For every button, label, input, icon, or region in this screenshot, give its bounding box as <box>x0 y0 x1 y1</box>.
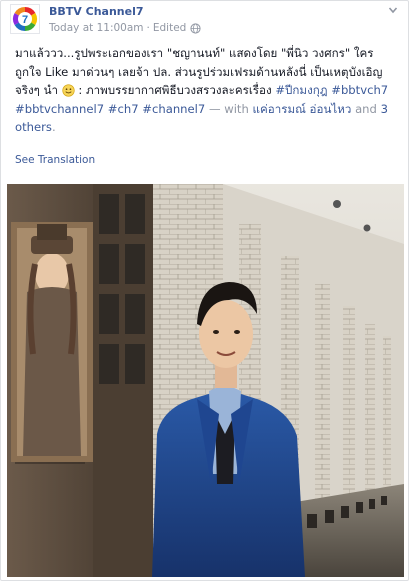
end-period: . <box>51 120 56 134</box>
tagged-person-link[interactable]: แค่อารมณ์ อ่อนไหว <box>253 102 352 116</box>
timestamp-link[interactable]: Today at 11:00am <box>49 22 144 34</box>
page-name-link[interactable]: BBTV Channel7 <box>49 5 144 18</box>
and-label: and <box>355 101 377 116</box>
with-label: — with <box>208 101 249 116</box>
facebook-post: 7 BBTV Channel7 Today at 11:00am · Edite… <box>0 0 409 581</box>
post-photo[interactable] <box>7 184 404 577</box>
portrait-frame <box>11 222 93 462</box>
post-meta: Today at 11:00am · Edited <box>49 22 201 34</box>
chevron-down-icon[interactable] <box>388 5 398 15</box>
svg-text:7: 7 <box>22 14 28 26</box>
caption-text-continued: : ภาพบรรยากาศพิธีบวงสรวงละครเรื่อง <box>74 83 276 97</box>
hashtag-link[interactable]: #channel7 <box>142 102 205 116</box>
smile-emoji-icon <box>62 84 75 97</box>
edited-link[interactable]: Edited <box>153 22 186 34</box>
meta-separator: · <box>146 22 150 34</box>
photo-illustration <box>7 184 404 577</box>
hashtag-link[interactable]: #ปีกมงกุฎ <box>275 83 327 97</box>
hashtag-link[interactable]: #ch7 <box>108 102 139 116</box>
globe-icon[interactable] <box>190 22 201 34</box>
ch7-logo-icon: 7 <box>12 6 38 32</box>
post-caption: มาแล้ววว...รูปพระเอกของเรา "ชญานนท์" แสด… <box>15 44 395 137</box>
page-avatar[interactable]: 7 <box>10 4 40 34</box>
see-translation-link[interactable]: See Translation <box>15 154 95 166</box>
hashtag-link[interactable]: #bbtvchannel7 <box>15 102 104 116</box>
hashtag-link[interactable]: #bbtvch7 <box>331 83 388 97</box>
